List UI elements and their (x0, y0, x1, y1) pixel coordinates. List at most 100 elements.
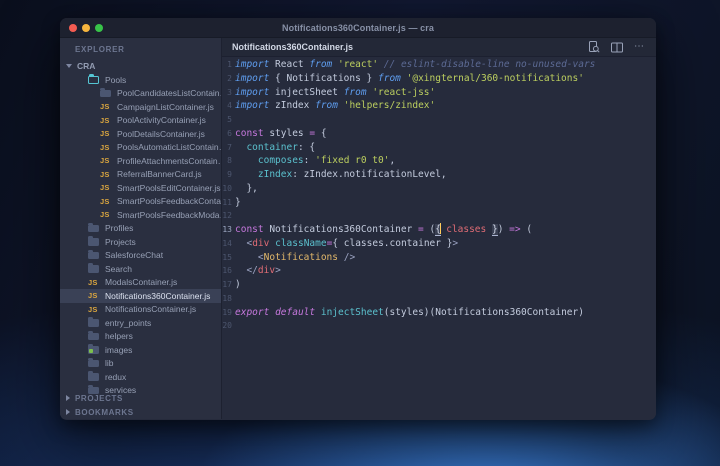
tree-item[interactable]: JS ProfileAttachmentsContain… (60, 154, 221, 168)
tab-notifications360container[interactable]: Notifications360Container.js (222, 42, 353, 52)
minimize-window-button[interactable] (82, 24, 90, 32)
code-line[interactable]: 7 container: { (222, 141, 656, 155)
tree-item-label: NotificationsContainer.js (105, 304, 197, 315)
tree-item-label: CampaignListContainer.js (117, 101, 214, 112)
sidebar-section-bookmarks[interactable]: BOOKMARKS (60, 405, 221, 419)
section-label: PROJECTS (75, 393, 123, 403)
tree-item-label: entry_points (105, 317, 152, 328)
code-line[interactable]: 17) (222, 278, 656, 292)
split-editor-icon[interactable] (611, 42, 623, 53)
tree-item[interactable]: Search (60, 262, 221, 276)
file-tree: Pools PoolCandidatesListContain… JS Campaig… (60, 73, 221, 397)
code-editor[interactable]: 1 import React from 'react' // eslint-dis… (222, 57, 656, 419)
tree-item-label: images (105, 344, 133, 355)
code-line-text: } (235, 196, 241, 208)
code-line-text: import { Notifications } from '@xingtern… (235, 72, 584, 84)
tree-item[interactable]: JS CampaignListContainer.js (60, 100, 221, 114)
tree-item-label: lib (105, 358, 114, 369)
line-number: 1 (227, 60, 232, 69)
tree-item[interactable]: JS SmartPoolsFeedbackConta… (60, 195, 221, 209)
zoom-window-button[interactable] (95, 24, 103, 32)
open-folder-icon (88, 74, 99, 84)
chevron-right-icon (66, 395, 70, 401)
text-cursor (440, 223, 442, 234)
tree-item[interactable]: Projects (60, 235, 221, 249)
code-line[interactable]: 14 <div className={ classes.container }> (222, 237, 656, 251)
line-number: 13 (222, 225, 232, 234)
close-window-button[interactable] (69, 24, 77, 32)
sidebar-section-projects[interactable]: PROJECTS (60, 391, 221, 405)
tree-item[interactable]: redux (60, 370, 221, 384)
code-line[interactable]: 8 composes: 'fixed r0 t0', (222, 154, 656, 168)
tree-item[interactable]: Profiles (60, 222, 221, 236)
code-line[interactable]: 2 import { Notifications } from '@xingter… (222, 72, 656, 86)
code-line-text: import zIndex from 'helpers/zindex' (235, 100, 436, 112)
tree-item[interactable]: entry_points (60, 316, 221, 330)
tree-item[interactable]: JS PoolsAutomaticListContain… (60, 141, 221, 155)
sidebar-bottom-sections: PROJECTS BOOKMARKS (60, 391, 221, 419)
tree-item-label: PoolCandidatesListContain… (117, 88, 221, 99)
code-line[interactable]: 5 (222, 113, 656, 127)
tree-item[interactable]: JS ReferralBannerCard.js (60, 168, 221, 182)
tree-item-label: PoolDetailsContainer.js (117, 128, 205, 139)
tree-item[interactable]: images (60, 343, 221, 357)
js-file-icon: JS (100, 210, 110, 220)
search-file-icon[interactable] (588, 41, 600, 53)
tree-item-label: SalesforceChat (105, 250, 164, 261)
tree-item-label: redux (105, 371, 127, 382)
tree-item-label: Notifications360Container.js (105, 290, 211, 301)
code-line[interactable]: 9 zIndex: zIndex.notificationLevel, (222, 168, 656, 182)
line-number: 9 (227, 170, 232, 179)
js-file-icon: JS (100, 115, 110, 125)
tree-item[interactable]: JS ModalsContainer.js (60, 276, 221, 290)
tree-item-label: PoolsAutomaticListContain… (117, 142, 221, 153)
code-line-text: const styles = { (235, 127, 327, 139)
code-line[interactable]: 18 (222, 292, 656, 306)
window-title: Notifications360Container.js — cra (282, 22, 434, 33)
title-bar[interactable]: Notifications360Container.js — cra (60, 18, 656, 38)
line-number: 2 (227, 73, 232, 83)
tree-item[interactable]: JS SmartPoolsFeedbackModa… (60, 208, 221, 222)
code-line[interactable]: 11} (222, 196, 656, 210)
tree-item-label: helpers (105, 331, 133, 342)
more-actions-icon[interactable]: ⋯ (634, 42, 645, 52)
code-line[interactable]: 13 const Notifications360Container = ({ c… (222, 223, 656, 237)
code-line[interactable]: 19 export default injectSheet(styles)(Not… (222, 306, 656, 320)
tree-item-label: PoolActivityContainer.js (117, 115, 206, 126)
code-line[interactable]: 20 (222, 319, 656, 333)
tree-item[interactable]: Pools (60, 73, 221, 87)
code-line[interactable]: 12 (222, 209, 656, 223)
tree-root-cra[interactable]: CRA (60, 58, 221, 73)
line-number: 11 (222, 197, 232, 207)
tree-item[interactable]: PoolCandidatesListContain… (60, 87, 221, 101)
code-line-text: import injectSheet from 'react-jss' (235, 86, 436, 98)
tree-item[interactable]: JS NotificationsContainer.js (60, 303, 221, 317)
line-number: 5 (227, 115, 232, 124)
code-line[interactable]: 6 const styles = { (222, 127, 656, 141)
tree-item[interactable]: helpers (60, 330, 221, 344)
tree-item-label: SmartPoolsEditContainer.js (117, 182, 221, 193)
tree-item[interactable]: lib (60, 357, 221, 371)
tree-item[interactable]: JS SmartPoolsEditContainer.js (60, 181, 221, 195)
tree-item[interactable]: JS Notifications360Container.js (60, 289, 221, 303)
code-line-text: import React from 'react' // eslint-disa… (235, 59, 596, 70)
line-number: 4 (227, 101, 232, 111)
code-line[interactable]: 4 import zIndex from 'helpers/zindex' (222, 99, 656, 113)
code-line-text: </div> (246, 265, 281, 277)
folder-icon (100, 87, 111, 97)
code-line[interactable]: 10 }, (222, 182, 656, 196)
code-line-text: container: { (246, 141, 316, 153)
folder-icon (88, 236, 99, 246)
folder-icon (88, 357, 99, 367)
code-line-text: composes: 'fixed r0 t0', (257, 155, 396, 167)
code-line[interactable]: 3 import injectSheet from 'react-jss' (222, 86, 656, 100)
tree-item[interactable]: JS PoolActivityContainer.js (60, 114, 221, 128)
tree-item[interactable]: JS PoolDetailsContainer.js (60, 127, 221, 141)
code-line[interactable]: 15 <Notifications /> (222, 251, 656, 265)
folder-icon (88, 249, 99, 259)
code-line-text: export default injectSheet(styles)(Notif… (235, 306, 584, 318)
tree-item[interactable]: SalesforceChat (60, 249, 221, 263)
code-line[interactable]: 1 import React from 'react' // eslint-dis… (222, 58, 656, 72)
code-line[interactable]: 16 </div> (222, 264, 656, 278)
section-label: BOOKMARKS (75, 407, 134, 417)
